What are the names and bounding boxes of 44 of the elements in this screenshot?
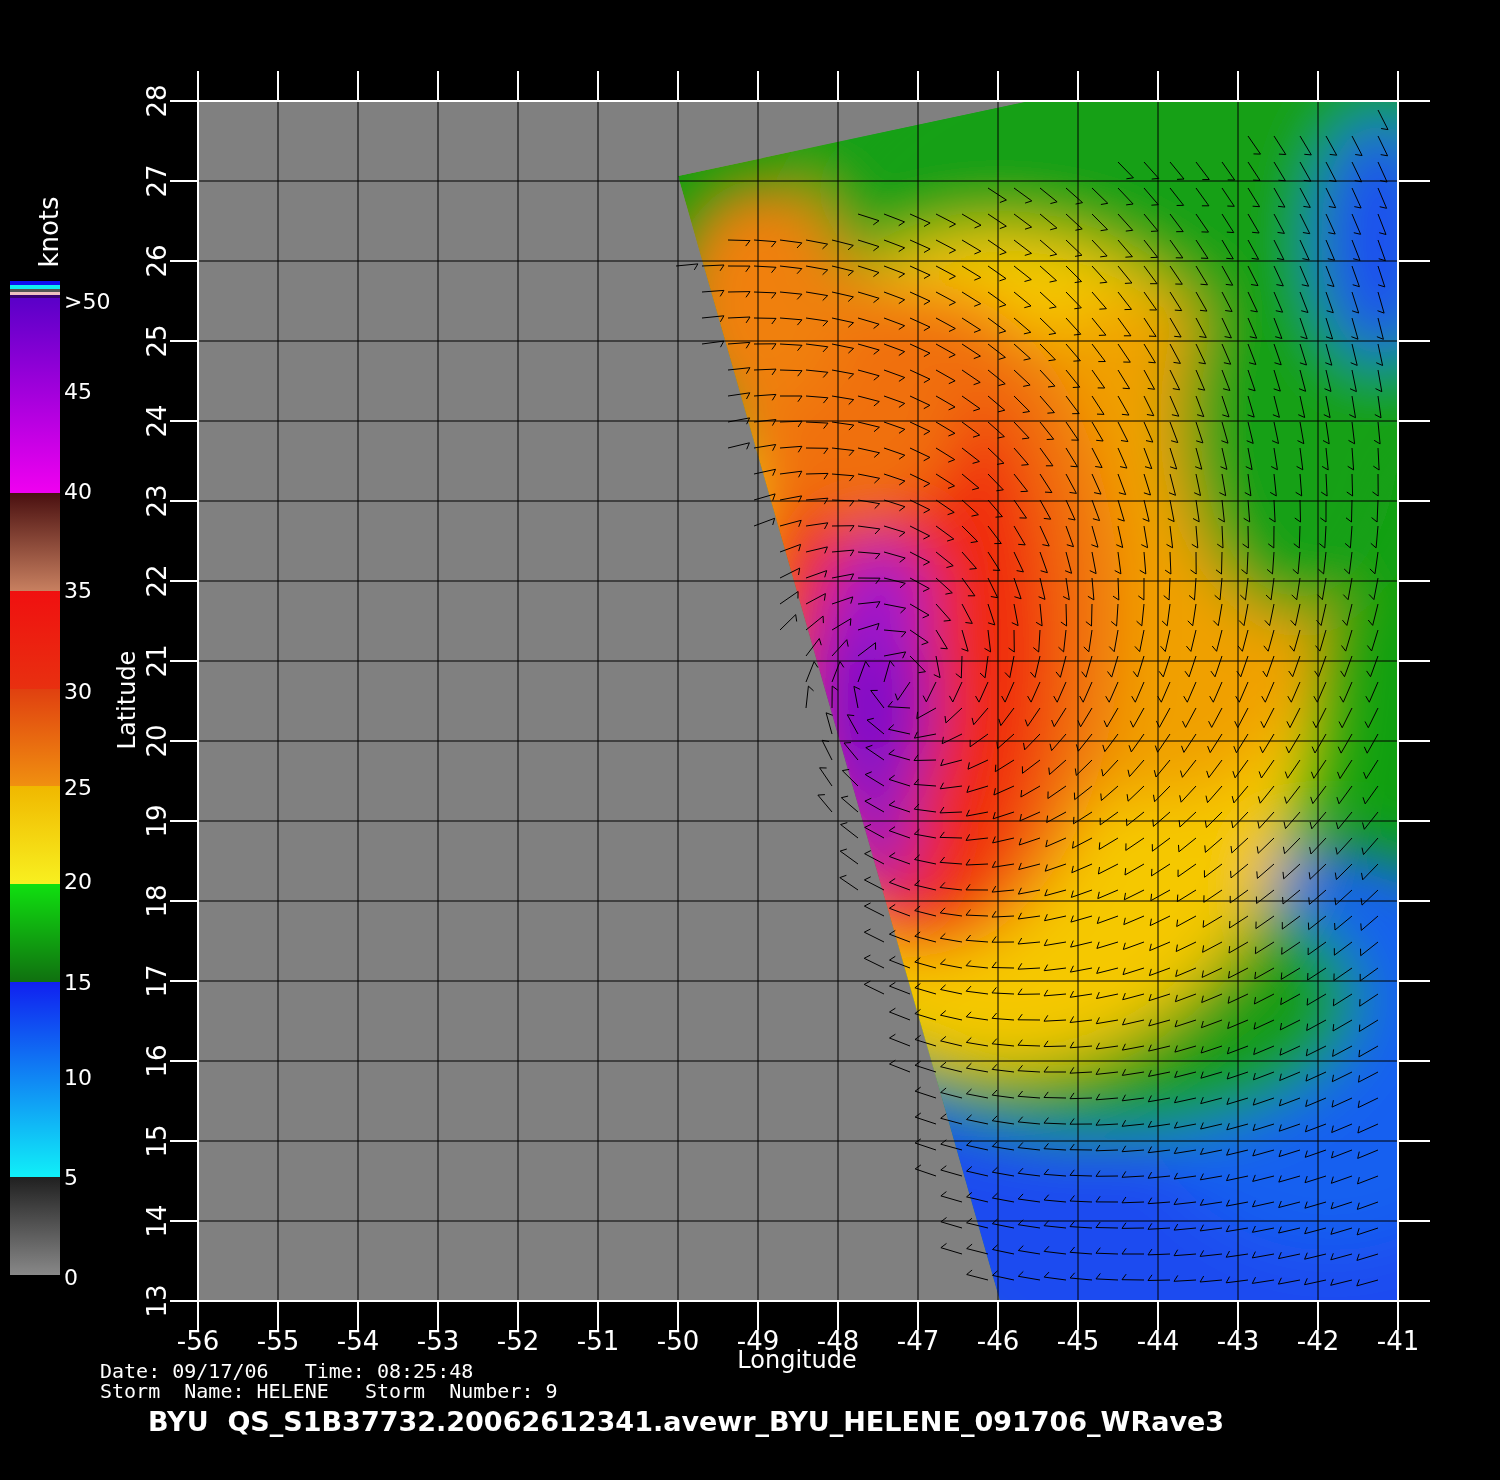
x-tick-label: -44: [1136, 1325, 1180, 1356]
colorbar-title: knots: [33, 196, 64, 268]
y-tick-label: 24: [141, 404, 172, 438]
x-tick-label: -46: [976, 1325, 1020, 1356]
x-tick-label: -43: [1216, 1325, 1260, 1356]
colorbar-label: 10: [64, 1065, 92, 1090]
x-tick-label: -42: [1296, 1325, 1340, 1356]
x-tick-label: -54: [336, 1325, 380, 1356]
colorbar-label: 20: [64, 869, 92, 894]
y-tick-label: 20: [141, 724, 172, 758]
colorbar-label: >50: [64, 289, 111, 314]
y-tick-label: 23: [141, 484, 172, 518]
y-tick-label: 22: [141, 564, 172, 598]
colorbar-label: 15: [64, 970, 92, 995]
x-tick-label: -53: [416, 1325, 460, 1356]
colorbar-label: 30: [64, 679, 92, 704]
x-tick-label: -52: [496, 1325, 540, 1356]
x-tick-label: -47: [896, 1325, 940, 1356]
y-tick-label: 16: [141, 1044, 172, 1078]
y-tick-label: 13: [141, 1284, 172, 1318]
y-tick-label: 18: [141, 884, 172, 918]
axis-label: Latitude: [113, 650, 141, 750]
y-tick-label: 26: [141, 244, 172, 278]
colorbar-label: 25: [64, 775, 92, 800]
colorbar-label: 35: [64, 578, 92, 603]
y-tick-label: 27: [141, 164, 172, 198]
y-tick-label: 17: [141, 964, 172, 998]
y-tick-label: 28: [141, 84, 172, 118]
x-tick-label: -45: [1056, 1325, 1100, 1356]
plot-title: BYU QS_S1B37732.20062612341.avewr_BYU_HELENE_091706_WRave3: [148, 1406, 1225, 1437]
colorbar-label: 0: [64, 1265, 78, 1290]
x-tick-label: -41: [1376, 1325, 1420, 1356]
y-tick-label: 25: [141, 324, 172, 358]
colorbar-label: 40: [64, 479, 92, 504]
colorbar-label: 5: [64, 1165, 78, 1190]
x-tick-label: -51: [576, 1325, 620, 1356]
x-tick-label: -55: [256, 1325, 300, 1356]
x-tick-label: -56: [176, 1325, 220, 1356]
y-tick-label: 19: [141, 804, 172, 838]
x-tick-label: -50: [656, 1325, 700, 1356]
y-tick-label: 14: [141, 1204, 172, 1238]
colorbar-label: 45: [64, 379, 92, 404]
y-tick-label: 21: [141, 644, 172, 678]
y-tick-label: 15: [141, 1124, 172, 1158]
